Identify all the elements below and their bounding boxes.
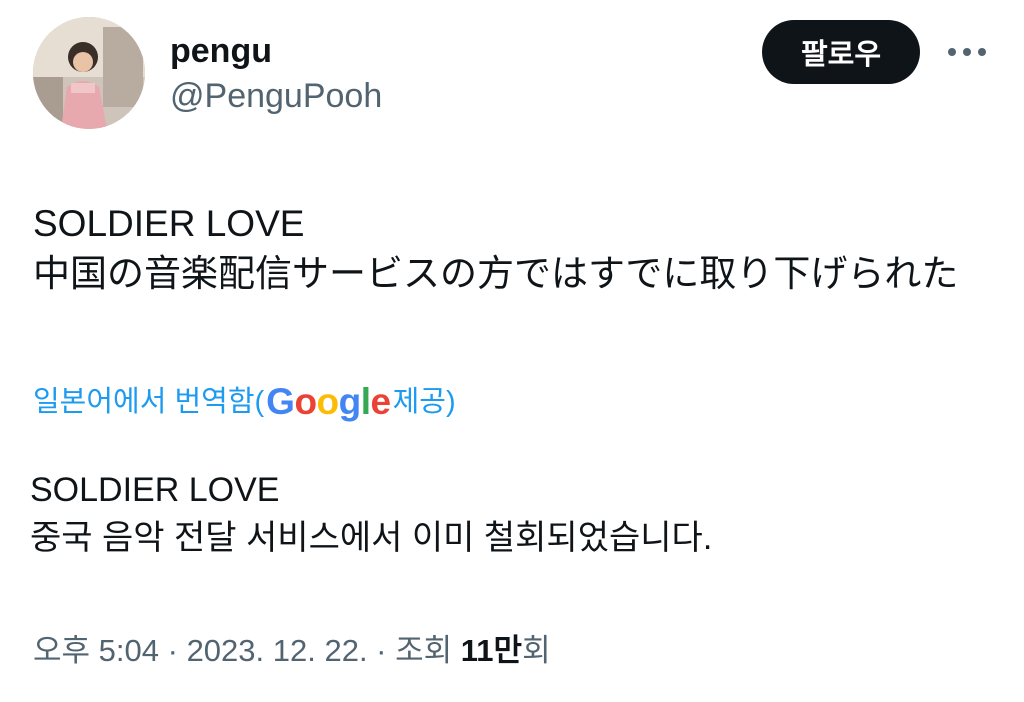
tweet-meta: 오후 5:04 · 2023. 12. 22. · 조회 11만회 xyxy=(33,630,551,672)
google-logo: Google xyxy=(266,381,391,422)
tweet-text-line: SOLDIER LOVE xyxy=(33,203,305,244)
views-count: 11만 xyxy=(460,633,523,668)
translated-text-line: SOLDIER LOVE xyxy=(30,471,280,509)
tweet-date[interactable]: 2023. 12. 22. xyxy=(187,633,368,668)
tweet-text-line: 中国の音楽配信サービスの方ではすでに取り下げられた xyxy=(33,253,959,294)
views-suffix: 회 xyxy=(522,633,551,668)
translation-prefix: 일본어에서 번역함( xyxy=(33,386,265,418)
tweet-time[interactable]: 오후 5:04 xyxy=(33,633,159,668)
translation-suffix: 제공) xyxy=(392,386,456,418)
avatar-image xyxy=(33,17,145,129)
meta-separator: · xyxy=(159,633,187,668)
translated-text: SOLDIER LOVE 중국 음악 전달 서비스에서 이미 철회되었습니다. xyxy=(30,466,712,562)
follow-button[interactable]: 팔로우 xyxy=(762,20,920,84)
avatar[interactable] xyxy=(33,17,145,129)
meta-separator: · xyxy=(367,633,396,668)
more-button[interactable] xyxy=(943,34,991,70)
translated-text-line: 중국 음악 전달 서비스에서 이미 철회되었습니다. xyxy=(30,519,713,557)
tweet-text: SOLDIER LOVE 中国の音楽配信サービスの方ではすでに取り下げられた xyxy=(33,199,958,299)
views-label: 조회 xyxy=(395,633,461,668)
author-handle[interactable]: @PenguPooh xyxy=(170,75,382,117)
translation-attribution[interactable]: 일본어에서 번역함( Google 제공) xyxy=(33,380,456,424)
author-display-name[interactable]: pengu xyxy=(170,30,272,72)
more-horizontal-icon xyxy=(948,48,986,56)
